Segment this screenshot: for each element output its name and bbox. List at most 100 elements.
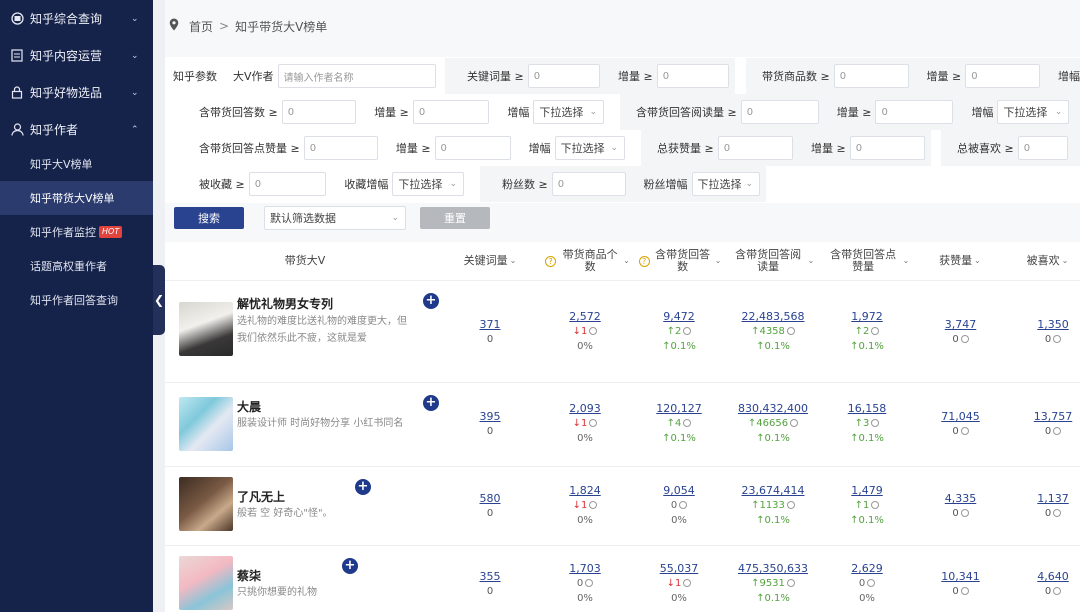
favs-value[interactable]: 13,757 bbox=[1027, 409, 1079, 424]
author-name[interactable]: 了凡无上 bbox=[237, 488, 285, 505]
favs-value[interactable]: 1,350 bbox=[1027, 317, 1079, 332]
author-name[interactable]: 大晨 bbox=[237, 398, 261, 415]
keyword-delta: 0 bbox=[486, 334, 494, 345]
total-likes-value[interactable]: 10,341 bbox=[933, 569, 988, 584]
header-likes[interactable]: 含带货回答点赞量 ⌄ bbox=[820, 242, 915, 280]
total-likes-delta: 0 bbox=[952, 508, 959, 519]
answers-value[interactable]: 55,037 bbox=[649, 561, 709, 576]
total-likes-value[interactable]: 3,747 bbox=[933, 317, 988, 332]
chevron-down-icon: ⌄ bbox=[391, 213, 399, 223]
likes-value[interactable]: 1,972 bbox=[837, 309, 897, 324]
clock-icon bbox=[786, 501, 795, 509]
reads-growth-select[interactable]: 下拉选择 ⌄ bbox=[997, 100, 1070, 124]
reads-value[interactable]: 830,432,400 bbox=[730, 401, 816, 416]
table-row[interactable]: 解忧礼物男女专列 + 选礼物的难度比送礼物的难度更大，但我们依然乐此不疲，这就是… bbox=[165, 280, 1080, 382]
breadcrumb-home-link[interactable]: 首页 bbox=[189, 18, 213, 35]
reads-value[interactable]: 22,483,568 bbox=[733, 309, 813, 324]
sidebar-group-authors[interactable]: 知乎作者 ⌃ bbox=[0, 111, 153, 148]
likes-input[interactable]: 0 bbox=[303, 136, 378, 160]
goods-value[interactable]: 2,572 bbox=[555, 309, 615, 324]
table-row[interactable]: 大晨 + 服装设计师 时尚好物分享 小红书同名 395 0 2,093 ↓1 0% 1… bbox=[165, 382, 1080, 466]
goods-pct: 0% bbox=[577, 433, 593, 444]
avatar bbox=[179, 302, 233, 356]
likes-value[interactable]: 2,629 bbox=[837, 561, 897, 576]
total-likes-incr-input[interactable]: 0 bbox=[849, 136, 925, 160]
author-name[interactable]: 解忧礼物男女专列 bbox=[237, 295, 333, 312]
likes-incr-input[interactable]: 0 bbox=[434, 136, 511, 160]
sidebar-item-author-answers[interactable]: 知乎作者回答查询 bbox=[0, 283, 153, 317]
sidebar-group-goods[interactable]: 知乎好物选品 ⌄ bbox=[0, 74, 153, 111]
keyword-value[interactable]: 395 bbox=[465, 409, 515, 424]
answers-value[interactable]: 120,127 bbox=[649, 401, 709, 416]
goods-count-input[interactable]: 0 bbox=[833, 64, 909, 88]
total-likes-input[interactable]: 0 bbox=[717, 136, 793, 160]
likes-change: ↑1 bbox=[854, 500, 870, 511]
author-name[interactable]: 蔡柒 bbox=[237, 567, 261, 584]
search-button[interactable]: 搜索 bbox=[174, 207, 244, 229]
fans-input[interactable]: 0 bbox=[551, 172, 626, 196]
total-fav-input[interactable]: 0 bbox=[1017, 136, 1068, 160]
document-icon bbox=[10, 49, 24, 63]
preset-filter-select[interactable]: 默认筛选数据 ⌄ bbox=[264, 206, 406, 230]
keyword-value[interactable]: 580 bbox=[465, 491, 515, 506]
answers-value[interactable]: 9,054 bbox=[649, 483, 709, 498]
keyword-min-input[interactable]: 0 bbox=[527, 64, 600, 88]
reads-value[interactable]: 23,674,414 bbox=[733, 483, 813, 498]
collect-input[interactable]: 0 bbox=[248, 172, 327, 196]
reads-input[interactable]: 0 bbox=[740, 100, 819, 124]
fans-growth-label: 粉丝增幅 bbox=[643, 178, 688, 191]
select-value: 默认筛选数据 bbox=[270, 212, 336, 225]
header-keyword[interactable]: 关键词量 ⌄ bbox=[455, 242, 525, 280]
favs-value[interactable]: 4,640 bbox=[1027, 569, 1079, 584]
add-icon[interactable]: + bbox=[423, 293, 439, 309]
sidebar-item-big-v-list[interactable]: 知乎大V榜单 bbox=[0, 147, 153, 181]
keyword-value[interactable]: 355 bbox=[465, 569, 515, 584]
keyword-incr-input[interactable]: 0 bbox=[656, 64, 729, 88]
sidebar-item-goods-big-v-list[interactable]: 知乎带货大V榜单 bbox=[0, 181, 153, 215]
keyword-delta: 0 bbox=[486, 426, 494, 437]
reads-incr-input[interactable]: 0 bbox=[875, 100, 954, 124]
add-icon[interactable]: + bbox=[342, 558, 358, 574]
keyword-value[interactable]: 371 bbox=[465, 317, 515, 332]
answers-growth-select[interactable]: 下拉选择 ⌄ bbox=[533, 100, 605, 124]
sidebar-group-comprehensive[interactable]: 知乎综合查询 ⌄ bbox=[0, 0, 153, 37]
table-row[interactable]: 了凡无上 + 般若 空 好奇心"怪"。 580 0 1,824 ↓1 0% 9,054… bbox=[165, 466, 1080, 545]
favs-delta: 0 bbox=[1044, 334, 1052, 345]
reads-value[interactable]: 475,350,633 bbox=[730, 561, 816, 576]
sidebar-item-author-monitor[interactable]: 知乎作者监控 HOT bbox=[0, 215, 153, 249]
likes-value[interactable]: 1,479 bbox=[837, 483, 897, 498]
collect-growth-select[interactable]: 下拉选择 ⌄ bbox=[392, 172, 464, 196]
answers-pct: ↑0.1% bbox=[662, 341, 696, 352]
clock-icon bbox=[683, 327, 692, 335]
fans-growth-select[interactable]: 下拉选择 ⌄ bbox=[691, 172, 760, 196]
answers-value[interactable]: 9,472 bbox=[649, 309, 709, 324]
add-icon[interactable]: + bbox=[423, 395, 439, 411]
header-answers[interactable]: ? 含带货回答数 ⌄ bbox=[635, 242, 725, 280]
header-favs[interactable]: 被喜欢 ⌄ bbox=[1015, 242, 1080, 280]
total-likes-value[interactable]: 4,335 bbox=[933, 491, 988, 506]
answers-incr-input[interactable]: 0 bbox=[412, 100, 490, 124]
header-reads[interactable]: 含带货回答阅读量 ⌄ bbox=[725, 242, 820, 280]
likes-growth-select[interactable]: 下拉选择 ⌄ bbox=[554, 136, 625, 160]
goods-value[interactable]: 2,093 bbox=[555, 401, 615, 416]
goods-value[interactable]: 1,703 bbox=[555, 561, 615, 576]
goods-value[interactable]: 1,824 bbox=[555, 483, 615, 498]
header-total-likes[interactable]: 获赞量 ⌄ bbox=[925, 242, 995, 280]
add-icon[interactable]: + bbox=[355, 479, 371, 495]
sidebar-group-content-ops[interactable]: 知乎内容运营 ⌄ bbox=[0, 37, 153, 74]
goods-incr-input[interactable]: 0 bbox=[965, 64, 1040, 88]
header-goods[interactable]: ? 带货商品个数 ⌄ bbox=[540, 242, 635, 280]
clock-icon bbox=[867, 579, 876, 587]
total-likes-delta: 0 bbox=[952, 586, 959, 597]
likes-value[interactable]: 16,158 bbox=[837, 401, 897, 416]
sidebar-collapse-button[interactable]: ❮ bbox=[153, 265, 165, 335]
sidebar-item-topic-authors[interactable]: 话题高权重作者 bbox=[0, 249, 153, 283]
favs-value[interactable]: 1,137 bbox=[1027, 491, 1079, 506]
reset-button[interactable]: 重置 bbox=[420, 207, 490, 229]
table-row[interactable]: 蔡柒 + 只挑你想要的礼物 355 0 1,703 0 0% 55,037 ↓1 0% 4… bbox=[165, 545, 1080, 612]
total-likes-value[interactable]: 71,045 bbox=[933, 409, 988, 424]
answers-input[interactable]: 0 bbox=[281, 100, 357, 124]
author-input[interactable]: 请输入作者名称 bbox=[277, 64, 436, 88]
header-label: 获赞量 bbox=[939, 254, 973, 267]
author-desc: 只挑你想要的礼物 bbox=[237, 587, 317, 598]
